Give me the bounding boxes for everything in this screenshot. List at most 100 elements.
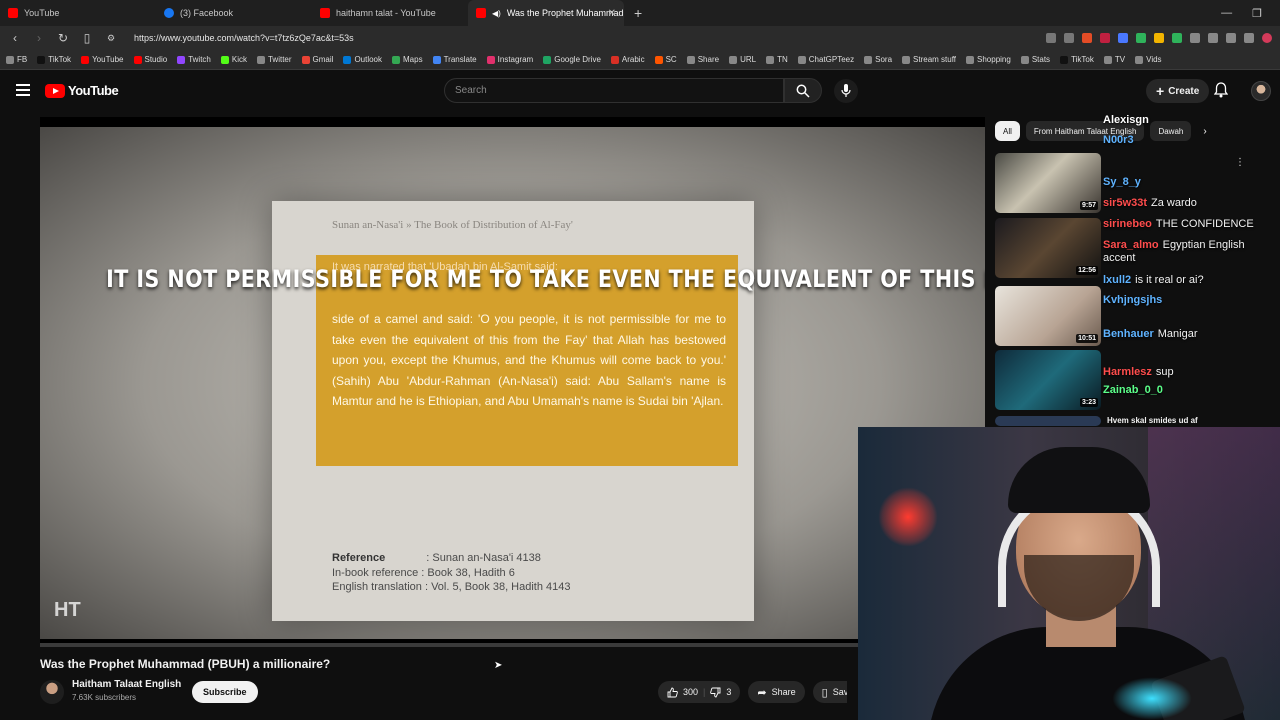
youtube-header: YouTube Search + Create: [0, 72, 1280, 110]
video-thumbnail[interactable]: 12:56: [995, 218, 1101, 278]
search-input[interactable]: Search: [444, 78, 784, 103]
chat-username: lxull2: [1103, 274, 1132, 286]
forward-icon[interactable]: ›: [32, 31, 46, 45]
puzzle-icon[interactable]: [1190, 33, 1200, 43]
bookmark-item[interactable]: Stats: [1020, 55, 1050, 64]
extension-icon[interactable]: [1172, 33, 1182, 43]
video-thumbnail[interactable]: 3:23: [995, 350, 1101, 410]
bookmark-label: Translate: [443, 55, 477, 64]
chat-username: Alexisgn: [1103, 114, 1149, 126]
search-icon: [796, 84, 810, 98]
bookmark-icon: [432, 55, 441, 64]
bookmark-item[interactable]: Twitter: [256, 55, 292, 64]
new-tab-button[interactable]: +: [624, 5, 652, 21]
video-thumbnail[interactable]: 10:51: [995, 286, 1101, 346]
minimize-icon[interactable]: —: [1221, 7, 1232, 20]
video-thumbnail[interactable]: 9:57: [995, 153, 1101, 213]
bookmark-item[interactable]: Google Drive: [543, 55, 601, 64]
inbook-value: : Book 38, Hadith 6: [421, 566, 515, 579]
tab-current-video[interactable]: ◀) Was the Prophet Muhammad ✕: [468, 0, 624, 26]
back-icon[interactable]: ‹: [8, 31, 22, 45]
bookmark-item[interactable]: Share: [686, 55, 719, 64]
share-page-icon[interactable]: [1064, 33, 1074, 43]
tab-label: Was the Prophet Muhammad: [506, 8, 624, 18]
bookmark-item[interactable]: Gmail: [301, 55, 333, 64]
bookmark-label: ChatGPTeez: [808, 55, 855, 64]
voice-search-button[interactable]: [834, 79, 858, 103]
bookmark-item[interactable]: Vids: [1135, 55, 1162, 64]
menu-icon[interactable]: [16, 84, 30, 96]
bookmark-item[interactable]: YouTube: [81, 55, 124, 64]
extension-icon[interactable]: [1136, 33, 1146, 43]
divider: |: [703, 687, 706, 697]
bookmark-label: Maps: [403, 55, 423, 64]
close-tab-icon[interactable]: ✕: [608, 8, 616, 19]
bookmark-item[interactable]: TV: [1103, 55, 1125, 64]
bookmark-item[interactable]: FB: [6, 55, 27, 64]
chat-text: is it real or ai?: [1135, 274, 1204, 286]
search-button[interactable]: [784, 78, 822, 103]
screen-icon[interactable]: [1046, 33, 1056, 43]
video-actions: 300 | 3 ➦ Share ▯ Save: [658, 681, 847, 703]
bookmark-item[interactable]: Instagram: [486, 55, 533, 64]
bookmark-item[interactable]: Studio: [133, 55, 167, 64]
bookmark-item[interactable]: Translate: [432, 55, 477, 64]
save-button[interactable]: ▯ Save: [812, 681, 847, 703]
youtube-logo[interactable]: YouTube: [45, 83, 119, 98]
chat-message: sirinebeo THE CONFIDENCE: [1103, 218, 1254, 231]
bookmark-item[interactable]: Kick: [220, 55, 247, 64]
account-avatar[interactable]: [1251, 81, 1271, 101]
sidebar-icon[interactable]: [1208, 33, 1218, 43]
bookmark-icon: [343, 55, 352, 64]
tab-facebook[interactable]: (3) Facebook: [156, 0, 312, 26]
bookmark-item[interactable]: Maps: [392, 55, 423, 64]
bookmark-item[interactable]: Shopping: [966, 55, 1011, 64]
bookmark-item[interactable]: URL: [729, 55, 756, 64]
youtube-icon: [8, 8, 18, 18]
bookmark-item[interactable]: TN: [766, 55, 788, 64]
bookmark-item[interactable]: TikTok: [37, 55, 71, 64]
maximize-icon[interactable]: ❐: [1252, 7, 1262, 20]
video-progress-bar[interactable]: [40, 643, 985, 647]
share-button[interactable]: ➦ Share: [748, 681, 805, 703]
translate-ext-icon[interactable]: [1118, 33, 1128, 43]
bookmark-label: TikTok: [48, 55, 72, 64]
chip-all[interactable]: All: [995, 121, 1020, 141]
subscribe-button[interactable]: Subscribe: [192, 681, 258, 703]
bookmark-item[interactable]: ChatGPTeez: [797, 55, 855, 64]
create-button[interactable]: + Create: [1146, 79, 1210, 103]
site-info-icon[interactable]: ⚙: [104, 33, 118, 44]
bookmark-item[interactable]: Sora: [864, 55, 892, 64]
channel-avatar[interactable]: [40, 680, 64, 704]
video-player[interactable]: Sunan an-Nasa'i » The Book of Distributi…: [40, 117, 985, 647]
extension-icon[interactable]: [1154, 33, 1164, 43]
extension-icon[interactable]: [1100, 33, 1110, 43]
bookmark-item[interactable]: Stream stuff: [902, 55, 956, 64]
url-field[interactable]: https://www.youtube.com/watch?v=t7tz6zQe…: [134, 33, 354, 43]
notifications-button[interactable]: [1213, 82, 1229, 103]
settings-icon[interactable]: [1244, 33, 1254, 43]
tab-youtube[interactable]: YouTube: [0, 0, 156, 26]
bookmark-item[interactable]: SC: [654, 55, 677, 64]
channel-name[interactable]: Haitham Talaat English: [72, 679, 181, 690]
bookmark-label: SC: [665, 55, 677, 64]
video-duration: 12:56: [1076, 266, 1098, 275]
media-icon[interactable]: [1226, 33, 1236, 43]
bookmark-icon: [392, 55, 401, 64]
bookmark-item[interactable]: Outlook: [343, 55, 382, 64]
video-thumbnail[interactable]: [995, 416, 1101, 426]
bookmark-item[interactable]: Arabic: [610, 55, 645, 64]
english-label: English translation: [332, 581, 422, 593]
profile-icon[interactable]: [1262, 33, 1272, 43]
inbook-label: In-book reference: [332, 566, 419, 579]
bookmark-item[interactable]: TikTok: [1060, 55, 1094, 64]
bookmark-item[interactable]: Twitch: [177, 55, 211, 64]
brave-shield-icon[interactable]: [1082, 33, 1092, 43]
reload-icon[interactable]: ↻: [56, 31, 70, 45]
bookmark-icon: [902, 55, 911, 64]
bookmark-icon[interactable]: ▯: [80, 31, 94, 45]
tab-haitham-talat[interactable]: haithamn talat - YouTube: [312, 0, 468, 26]
like-button[interactable]: 300 | 3: [658, 681, 741, 703]
thumbs-down-icon[interactable]: [710, 687, 721, 698]
share-icon: ➦: [757, 686, 767, 699]
